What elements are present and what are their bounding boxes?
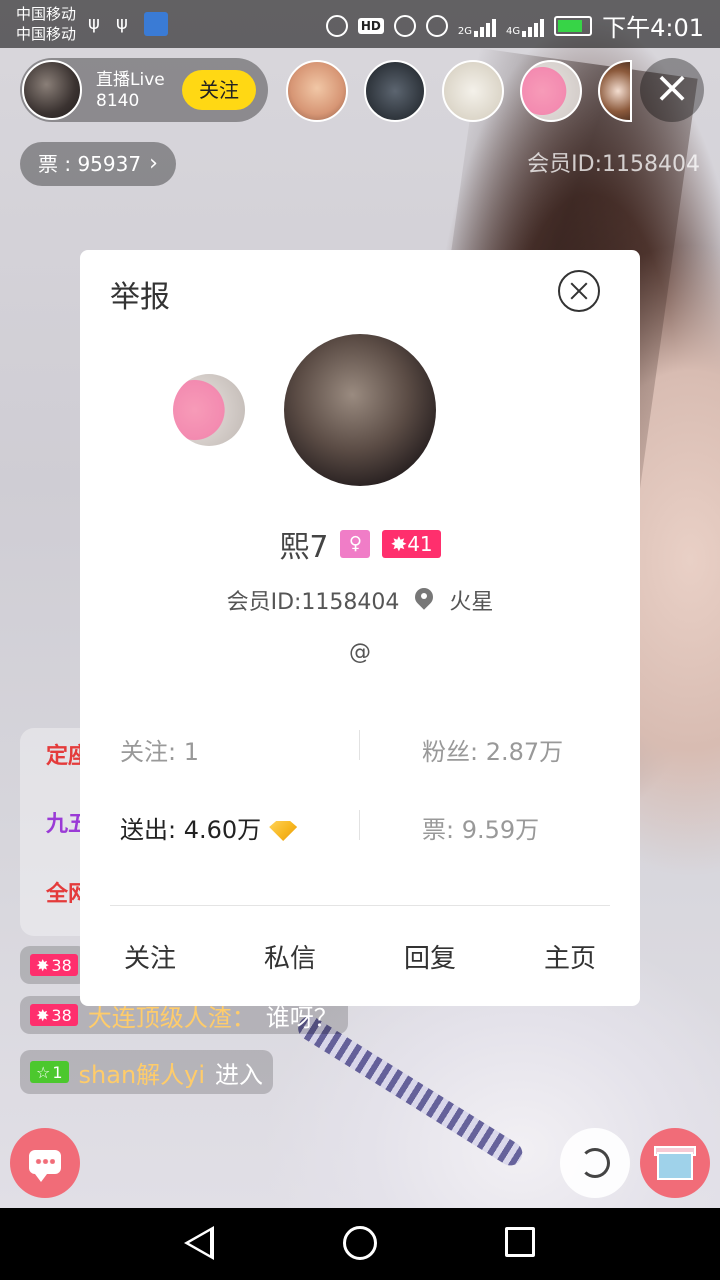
viewer-avatar[interactable]	[286, 60, 348, 122]
share-icon	[580, 1148, 610, 1178]
chat-message: ✸ 38	[20, 946, 88, 984]
carrier-2: 中国移动	[16, 25, 77, 43]
close-icon[interactable]	[558, 270, 600, 312]
viewer-small-avatar[interactable]	[173, 374, 245, 446]
signal-2g-icon: 2G	[458, 15, 496, 37]
user-level-value: 1	[52, 1062, 63, 1082]
network-4g-label: 4G	[505, 25, 521, 37]
viewer-avatar[interactable]	[520, 60, 582, 122]
gift-button[interactable]	[640, 1128, 710, 1198]
actions-divider	[110, 905, 610, 906]
carrier-1: 中国移动	[16, 5, 77, 23]
user-level-badge: ☆ 1	[30, 1061, 69, 1083]
status-bar: 中国移动 中国移动 ψ ψ HD 2G 4G 下午4:01	[0, 0, 720, 48]
gifts-sent-value: 送出: 4.60万	[120, 816, 262, 844]
usb-icon: ψ	[116, 13, 128, 34]
user-signature: @	[349, 640, 371, 665]
tickets-pill[interactable]: 票 : 95937 ›	[20, 142, 176, 186]
follow-user-button[interactable]: 关注	[80, 938, 220, 975]
user-location: 火星	[449, 590, 494, 615]
private-message-button[interactable]: 私信	[220, 938, 360, 975]
host-member-id: 会员ID:1158404	[527, 152, 700, 177]
chat-message: ☆ 1 shan解人yi 进入	[20, 1050, 274, 1094]
homepage-button[interactable]: 主页	[500, 938, 640, 975]
follow-host-button[interactable]: 关注	[182, 70, 256, 110]
network-2g-label: 2G	[457, 25, 472, 37]
host-room-id: 8140	[96, 91, 140, 111]
stats-divider	[359, 810, 360, 840]
notification-icons: ψ ψ	[88, 12, 168, 36]
fans-count[interactable]: 粉丝: 2.87万	[422, 732, 563, 767]
chat-dots-icon	[35, 1159, 55, 1164]
chat-username[interactable]: shan解人yi	[79, 1055, 206, 1090]
user-level-badge: ✸ 38	[30, 1004, 78, 1026]
female-gender-icon: ♀	[340, 530, 371, 558]
gift-box-icon	[657, 1152, 693, 1180]
tickets-received: 票: 9.59万	[422, 816, 540, 844]
location-pin-icon	[415, 588, 433, 612]
viewer-avatar[interactable]	[442, 60, 504, 122]
home-icon[interactable]	[343, 1226, 377, 1260]
viewer-avatar[interactable]	[364, 60, 426, 122]
hd-icon: HD	[357, 17, 384, 34]
user-avatar[interactable]	[284, 334, 436, 486]
host-avatar[interactable]	[22, 60, 82, 120]
chat-input-button[interactable]	[10, 1128, 80, 1198]
app-notification-icon	[144, 12, 168, 36]
clock: 下午4:01	[602, 14, 704, 42]
following-count[interactable]: 关注: 1	[120, 732, 199, 767]
user-info-row: 会员ID:1158404 火星	[80, 584, 640, 616]
gifts-sent: 送出: 4.60万	[120, 810, 298, 845]
stats-divider	[359, 730, 360, 760]
system-icons: HD 2G 4G 下午4:01	[325, 8, 704, 43]
user-level-value: 38	[51, 1005, 72, 1025]
recent-apps-icon[interactable]	[505, 1227, 535, 1257]
navigation-bar	[0, 1208, 720, 1280]
carrier-labels: 中国移动 中国移动	[16, 4, 76, 44]
diamond-icon	[269, 821, 298, 841]
back-icon[interactable]	[184, 1226, 214, 1260]
battery-icon	[554, 15, 593, 36]
usb-icon: ψ	[88, 13, 100, 34]
host-info-pill[interactable]: 直播Live 8140 关注	[20, 58, 268, 122]
user-level-value: 41	[407, 532, 433, 556]
user-nickname: 熙7	[279, 530, 329, 565]
user-profile-card: 举报 熙7 ♀ ✸41 会员ID:1158404 火星 @ 关注: 1 粉丝: …	[80, 250, 640, 1006]
share-button[interactable]	[560, 1128, 630, 1198]
reply-button[interactable]: 回复	[360, 938, 500, 975]
alarm-icon	[325, 14, 348, 37]
profile-actions: 关注 私信 回复 主页	[80, 938, 640, 978]
viewer-avatar-list	[286, 60, 632, 122]
name-row: 熙7 ♀ ✸41	[80, 522, 640, 566]
chevron-right-icon: ›	[149, 151, 158, 176]
signal-4g-icon: 4G	[505, 15, 545, 37]
report-link[interactable]: 举报	[110, 272, 170, 316]
user-level-value: 38	[51, 955, 72, 975]
chat-text: 进入	[215, 1060, 264, 1089]
tickets-count: 票 : 95937	[38, 152, 142, 176]
user-member-id: 会员ID:1158404	[226, 590, 400, 615]
wifi-icon	[425, 14, 448, 37]
viewer-avatar[interactable]	[598, 60, 632, 122]
host-name: 直播Live	[96, 70, 165, 90]
user-level-badge: ✸ 38	[30, 954, 78, 976]
close-stream-button[interactable]: ×	[640, 58, 704, 122]
eye-icon	[393, 14, 416, 37]
user-level-badge: ✸41	[382, 530, 441, 558]
